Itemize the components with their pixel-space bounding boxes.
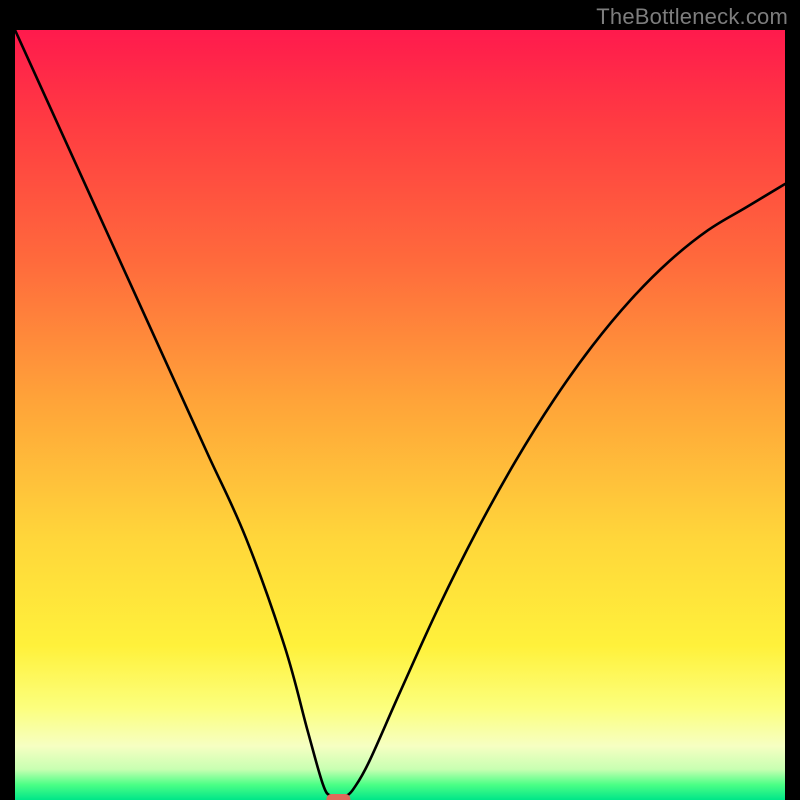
chart-frame — [15, 30, 785, 800]
chart-curve — [15, 30, 785, 800]
chart-overlay-svg — [15, 30, 785, 800]
watermark-text: TheBottleneck.com — [596, 4, 788, 30]
chart-marker-pill — [326, 794, 350, 800]
